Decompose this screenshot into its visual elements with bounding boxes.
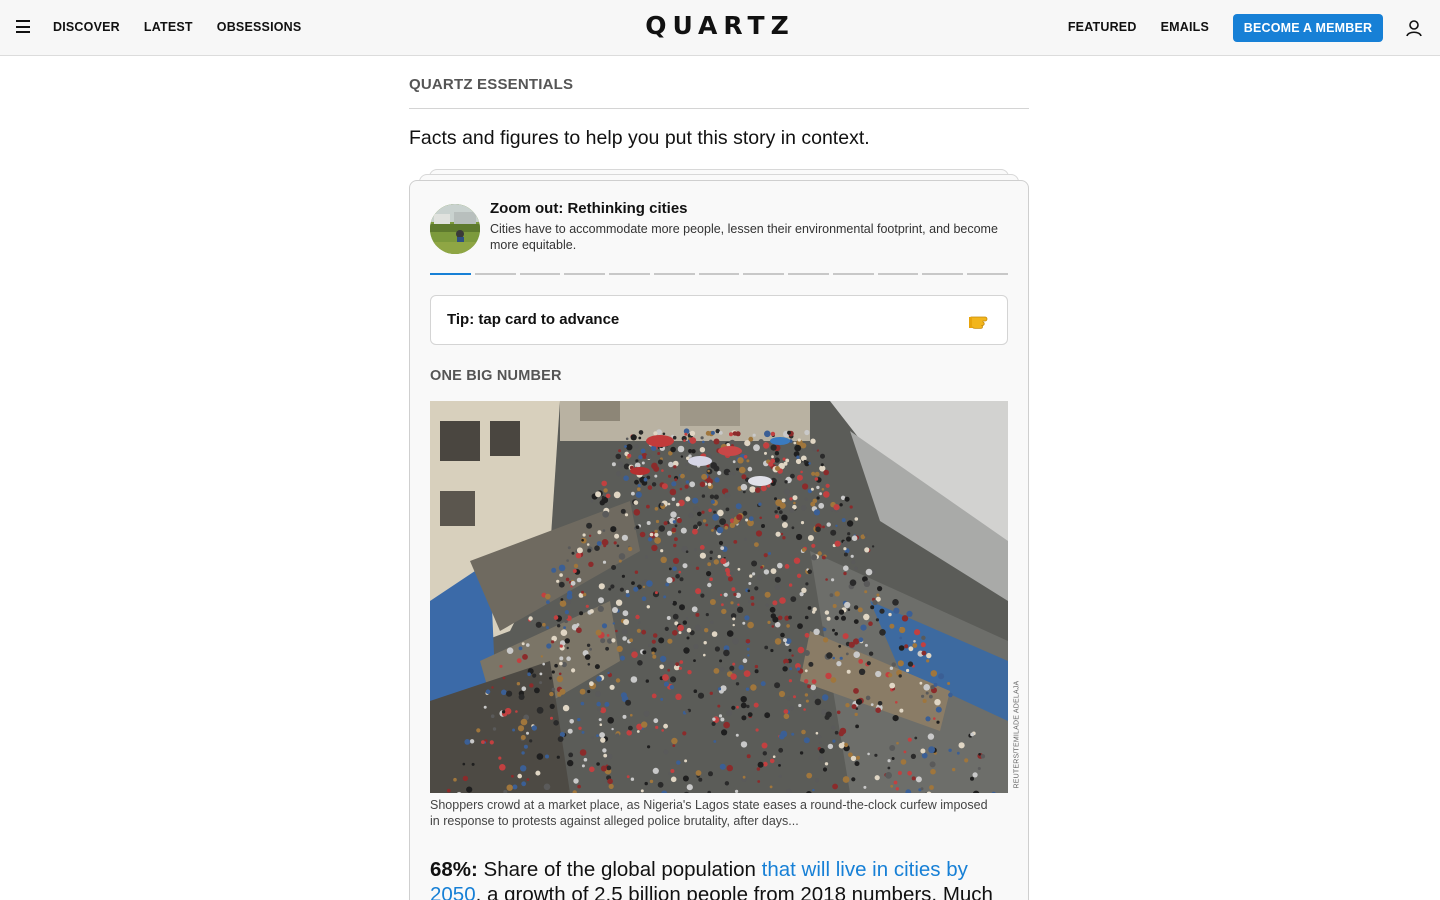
nav-featured[interactable]: FEATURED: [1068, 20, 1137, 34]
user-account-icon[interactable]: [1404, 18, 1424, 38]
divider: [409, 108, 1029, 109]
become-member-button[interactable]: BECOME A MEMBER: [1233, 14, 1383, 42]
card-description: Cities have to accommodate more people, …: [490, 222, 998, 252]
tip-box[interactable]: Tip: tap card to advance: [430, 295, 1008, 345]
progress-segment: [967, 273, 1008, 275]
card-title: Zoom out: Rethinking cities: [490, 200, 688, 217]
photo-caption: Shoppers crowd at a market place, as Nig…: [430, 798, 988, 828]
progress-segment: [430, 273, 471, 275]
progress-segment: [877, 273, 919, 275]
progress-segment: [609, 273, 650, 275]
logo-container: QUARTZ: [0, 11, 1440, 40]
progress-segment: [698, 273, 740, 275]
stat-number: 68%:: [430, 858, 478, 881]
progress-segment: [519, 273, 561, 275]
progress-segment: [653, 273, 695, 275]
stat-text: Share of the global population: [477, 858, 762, 881]
quartz-logo[interactable]: QUARTZ: [645, 11, 794, 40]
stat-text-continued: , a growth of 2.5 billion people from 20…: [475, 883, 993, 900]
market-photo: [430, 401, 1008, 793]
card-section-label: ONE BIG NUMBER: [430, 368, 562, 384]
essentials-card[interactable]: Zoom out: Rethinking cities Cities have …: [409, 180, 1029, 900]
progress-segment: [474, 273, 516, 275]
pointing-hand-icon: [969, 316, 988, 329]
progress-segment: [922, 273, 964, 275]
photo-credit: REUTERS/TEMILADE ADELAJA: [1013, 680, 1021, 789]
essentials-subheading: Facts and figures to help you put this s…: [409, 127, 870, 149]
nav-emails[interactable]: EMAILS: [1161, 20, 1209, 34]
card-thumbnail: [430, 204, 480, 254]
progress-segment: [832, 273, 874, 275]
secondary-nav: FEATURED EMAILS: [1068, 20, 1209, 34]
progress-segment: [788, 273, 829, 275]
big-number-stat: 68%: Share of the global population that…: [430, 857, 1000, 900]
progress-segment: [564, 273, 606, 275]
progress-indicator: [430, 273, 1008, 275]
progress-segment: [743, 273, 785, 275]
tip-text: Tip: tap card to advance: [447, 311, 620, 328]
section-label: QUARTZ ESSENTIALS: [409, 76, 574, 93]
site-header: DISCOVER LATEST OBSESSIONS QUARTZ FEATUR…: [0, 0, 1440, 56]
